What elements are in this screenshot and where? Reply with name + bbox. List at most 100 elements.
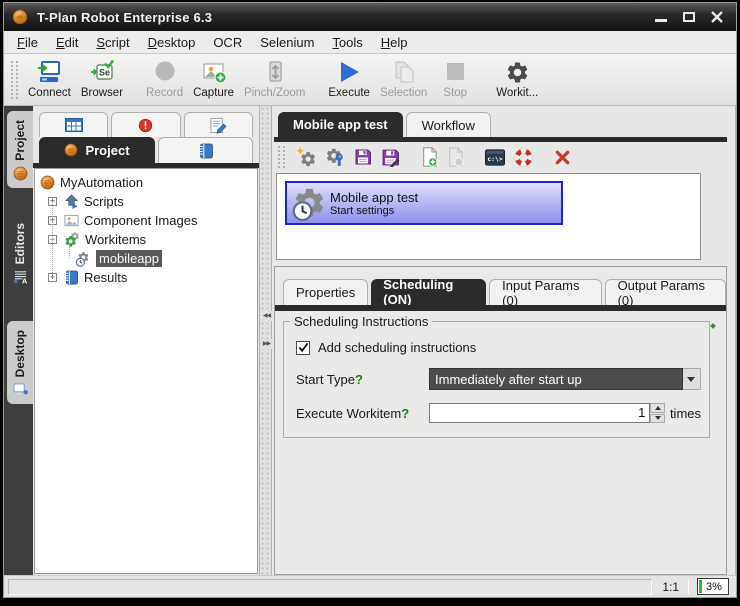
tab-project-label: Project	[85, 143, 129, 158]
pinch-zoom-icon	[262, 59, 288, 85]
stop-icon	[442, 59, 468, 85]
menu-ocr[interactable]: OCR	[204, 32, 251, 53]
project-tree: MyAutomation + Scripts +	[34, 168, 258, 574]
svg-text:A: A	[21, 277, 27, 284]
toolbar-grip[interactable]	[278, 146, 285, 168]
new-workitem-button[interactable]	[296, 147, 316, 167]
project-ball-icon	[13, 166, 28, 181]
connect-button[interactable]: Connect	[23, 56, 76, 103]
spinner-down-button[interactable]	[650, 414, 665, 424]
tree-row-scripts[interactable]: + Scripts	[35, 192, 257, 211]
menu-edit[interactable]: Edit	[47, 32, 87, 53]
close-icon	[710, 10, 724, 24]
combo-dropdown-button[interactable]	[683, 368, 701, 390]
tab-editor-doc[interactable]	[184, 112, 253, 137]
delete-workitem-button[interactable]	[554, 149, 571, 166]
tree-row-results[interactable]: + Results	[35, 268, 257, 287]
toolbar-button-label: Pinch/Zoom	[244, 87, 305, 99]
minimize-icon	[655, 19, 667, 22]
cli-button[interactable]: c:\>	[485, 149, 505, 166]
tab-variables[interactable]	[39, 112, 108, 137]
execute-button[interactable]: Execute	[323, 56, 375, 103]
workitem-settings-button[interactable]	[325, 147, 345, 167]
gear-wrench-icon	[325, 147, 345, 167]
execute-icon	[336, 59, 362, 85]
tab-output-params[interactable]: Output Params (0)	[605, 279, 726, 305]
menu-file[interactable]: File	[8, 32, 47, 53]
side-tab-label: Desktop	[13, 330, 27, 377]
status-bar: 1:1 3%	[4, 575, 736, 597]
menu-help[interactable]: Help	[372, 32, 417, 53]
spinner-up-button[interactable]	[650, 403, 665, 413]
checkbox-label: Add scheduling instructions	[318, 340, 476, 355]
browser-button[interactable]: Se Browser	[76, 56, 128, 103]
capture-button[interactable]: Capture	[188, 56, 239, 103]
close-button[interactable]	[710, 10, 724, 24]
connect-icon	[36, 59, 62, 85]
svg-text:c:\>: c:\>	[487, 156, 502, 163]
window-title: T-Plan Robot Enterprise 6.3	[37, 10, 212, 25]
main-area: Project Editors A Desktop	[4, 106, 736, 575]
menu-tools[interactable]: Tools	[323, 32, 371, 53]
selenium-browser-icon: Se	[89, 59, 115, 85]
notebook-icon	[198, 143, 214, 159]
document-remove-icon	[447, 147, 464, 167]
help-question-mark[interactable]: ?	[355, 372, 363, 387]
tab-underline-bar	[275, 305, 726, 311]
tab-project[interactable]: Project	[39, 137, 155, 163]
expand-right-icon[interactable]: ▶▶	[260, 339, 273, 349]
help-button[interactable]	[514, 148, 533, 167]
tab-input-params[interactable]: Input Params (0)	[489, 279, 601, 305]
tab-workflow[interactable]: Workflow	[406, 112, 491, 137]
tree-row-component-images[interactable]: + Component Images	[35, 211, 257, 230]
workitem-subtitle: Start settings	[330, 205, 418, 217]
menu-desktop[interactable]: Desktop	[139, 32, 205, 53]
maximize-button[interactable]	[682, 10, 696, 24]
svg-text:Se: Se	[99, 68, 110, 78]
start-type-select[interactable]: Immediately after start up	[429, 368, 683, 390]
help-question-mark[interactable]: ?	[401, 406, 409, 421]
tab-results-notebook[interactable]	[158, 137, 253, 163]
save-button[interactable]	[354, 148, 372, 166]
scheduling-checkbox[interactable]	[296, 341, 310, 355]
project-ball-icon	[40, 175, 55, 190]
minimize-button[interactable]	[654, 10, 668, 24]
tab-properties[interactable]: Properties	[283, 279, 368, 305]
menu-bar: File Edit Script Desktop OCR Selenium To…	[4, 31, 736, 54]
main-toolbar: Connect Se Browser Record	[4, 54, 736, 106]
record-button: Record	[141, 56, 188, 103]
side-tab-editors[interactable]: Editors A	[7, 214, 33, 291]
add-item-button[interactable]	[421, 147, 438, 167]
times-suffix: times	[670, 406, 701, 421]
side-tab-strip: Project Editors A Desktop	[4, 106, 33, 575]
save-as-button[interactable]	[381, 148, 400, 167]
side-tab-desktop[interactable]: Desktop	[7, 321, 33, 404]
lifebuoy-help-icon	[514, 148, 533, 167]
tab-scheduling[interactable]: Scheduling (ON)	[371, 279, 486, 305]
execute-count-input[interactable]: 1	[429, 403, 650, 423]
menu-script[interactable]: Script	[87, 32, 138, 53]
side-tab-project[interactable]: Project	[7, 111, 33, 188]
workitem-list: Mobile app test Start settings	[276, 173, 701, 260]
toolbar-button-label: Selection	[380, 87, 427, 99]
workitem-button[interactable]: Workit...	[491, 56, 543, 103]
chevron-down-icon	[687, 377, 695, 382]
start-type-label: Start Type?	[296, 372, 429, 387]
toolbar-grip[interactable]	[11, 61, 18, 99]
workitem-gear-clock-icon	[75, 251, 91, 267]
tree-row-root[interactable]: MyAutomation	[35, 173, 257, 192]
project-ball-icon	[64, 143, 78, 157]
tab-errors[interactable]	[111, 112, 180, 137]
tree-label: Component Images	[84, 213, 197, 228]
group-title: Scheduling Instructions	[290, 314, 432, 329]
panel-splitter[interactable]: ◀◀ ▶▶	[259, 106, 272, 575]
record-icon	[152, 59, 178, 85]
tab-mobile-app-test[interactable]: Mobile app test	[278, 112, 403, 137]
desktop-monitor-icon	[13, 382, 28, 397]
usage-bar	[699, 580, 702, 593]
workitem-card-selected[interactable]: Mobile app test Start settings	[285, 181, 563, 225]
collapse-left-icon[interactable]: ◀◀	[260, 311, 273, 321]
menu-selenium[interactable]: Selenium	[251, 32, 323, 53]
tree-guide-line	[52, 201, 53, 277]
usage-percent: 3%	[706, 581, 722, 593]
